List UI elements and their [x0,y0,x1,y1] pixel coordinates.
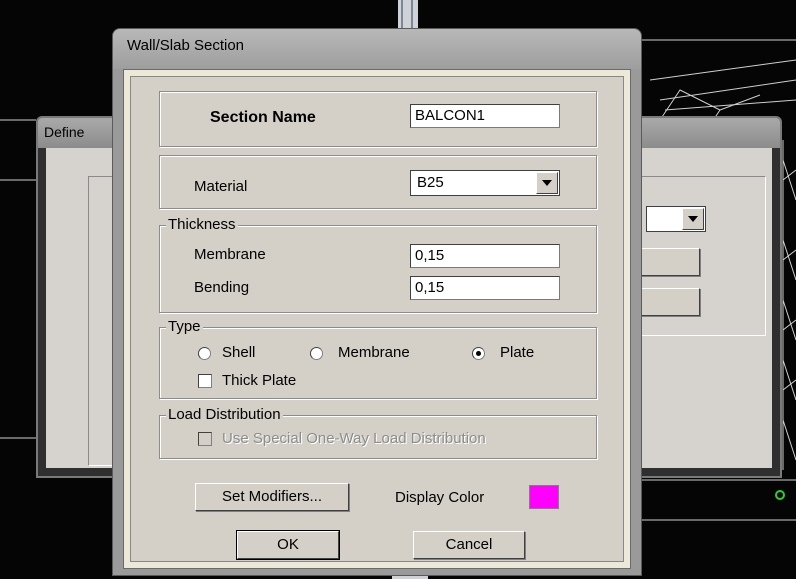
display-color-label: Display Color [395,489,485,506]
set-modifiers-button[interactable]: Set Modifiers... [195,483,349,511]
cancel-button[interactable]: Cancel [413,531,525,559]
load-distribution-legend: Load Distribution [166,406,283,423]
load-distribution-group: Load Distribution Use Special One-Way Lo… [159,406,597,459]
background-window-title: Define [44,124,85,140]
material-group: Material B25 [159,155,597,209]
dialog-title: Wall/Slab Section [127,37,244,54]
dialog-content: Section Name BALCON1 Material B25 Thickn… [130,76,624,562]
background-ellipsis-button[interactable] [638,248,700,276]
one-way-load-checkbox [198,432,212,446]
thick-plate-checkbox[interactable] [198,374,212,388]
dialog-titlebar[interactable]: Wall/Slab Section [113,29,641,69]
wall-slab-section-dialog: Wall/Slab Section Section Name BALCON1 M… [112,28,642,576]
radio-membrane-label[interactable]: Membrane [338,344,410,361]
background-dropdown[interactable] [646,206,706,232]
section-name-group: Section Name BALCON1 [159,91,597,147]
dialog-client-area: Section Name BALCON1 Material B25 Thickn… [123,69,631,569]
radio-shell-control[interactable] [198,347,211,360]
bending-thickness-input[interactable]: 0,15 [410,276,560,300]
radio-selected-dot [476,351,481,356]
type-legend: Type [166,318,203,335]
section-name-label: Section Name [210,109,316,126]
thickness-legend: Thickness [166,216,238,233]
background-button[interactable] [638,288,700,316]
radio-plate-control[interactable] [472,347,485,360]
thick-plate-label[interactable]: Thick Plate [222,372,296,389]
chevron-down-icon[interactable] [682,208,704,230]
material-label: Material [194,178,248,195]
material-selected: B25 [417,174,444,191]
material-dropdown[interactable]: B25 [410,170,560,196]
radio-shell-label[interactable]: Shell [222,344,255,361]
membrane-label: Membrane [194,246,266,263]
section-name-input[interactable]: BALCON1 [410,104,560,128]
thickness-group: Thickness Membrane 0,15 Bending 0,15 [159,216,597,313]
display-color-swatch[interactable] [529,485,559,509]
radio-membrane-control[interactable] [310,347,323,360]
type-group: Type Shell Membrane Plate Thick Plate [159,318,597,399]
chevron-down-icon[interactable] [536,172,558,194]
radio-plate-label[interactable]: Plate [500,344,534,361]
one-way-load-label: Use Special One-Way Load Distribution [222,430,486,447]
ok-button[interactable]: OK [236,530,340,560]
membrane-thickness-input[interactable]: 0,15 [410,244,560,268]
bending-label: Bending [194,279,250,296]
